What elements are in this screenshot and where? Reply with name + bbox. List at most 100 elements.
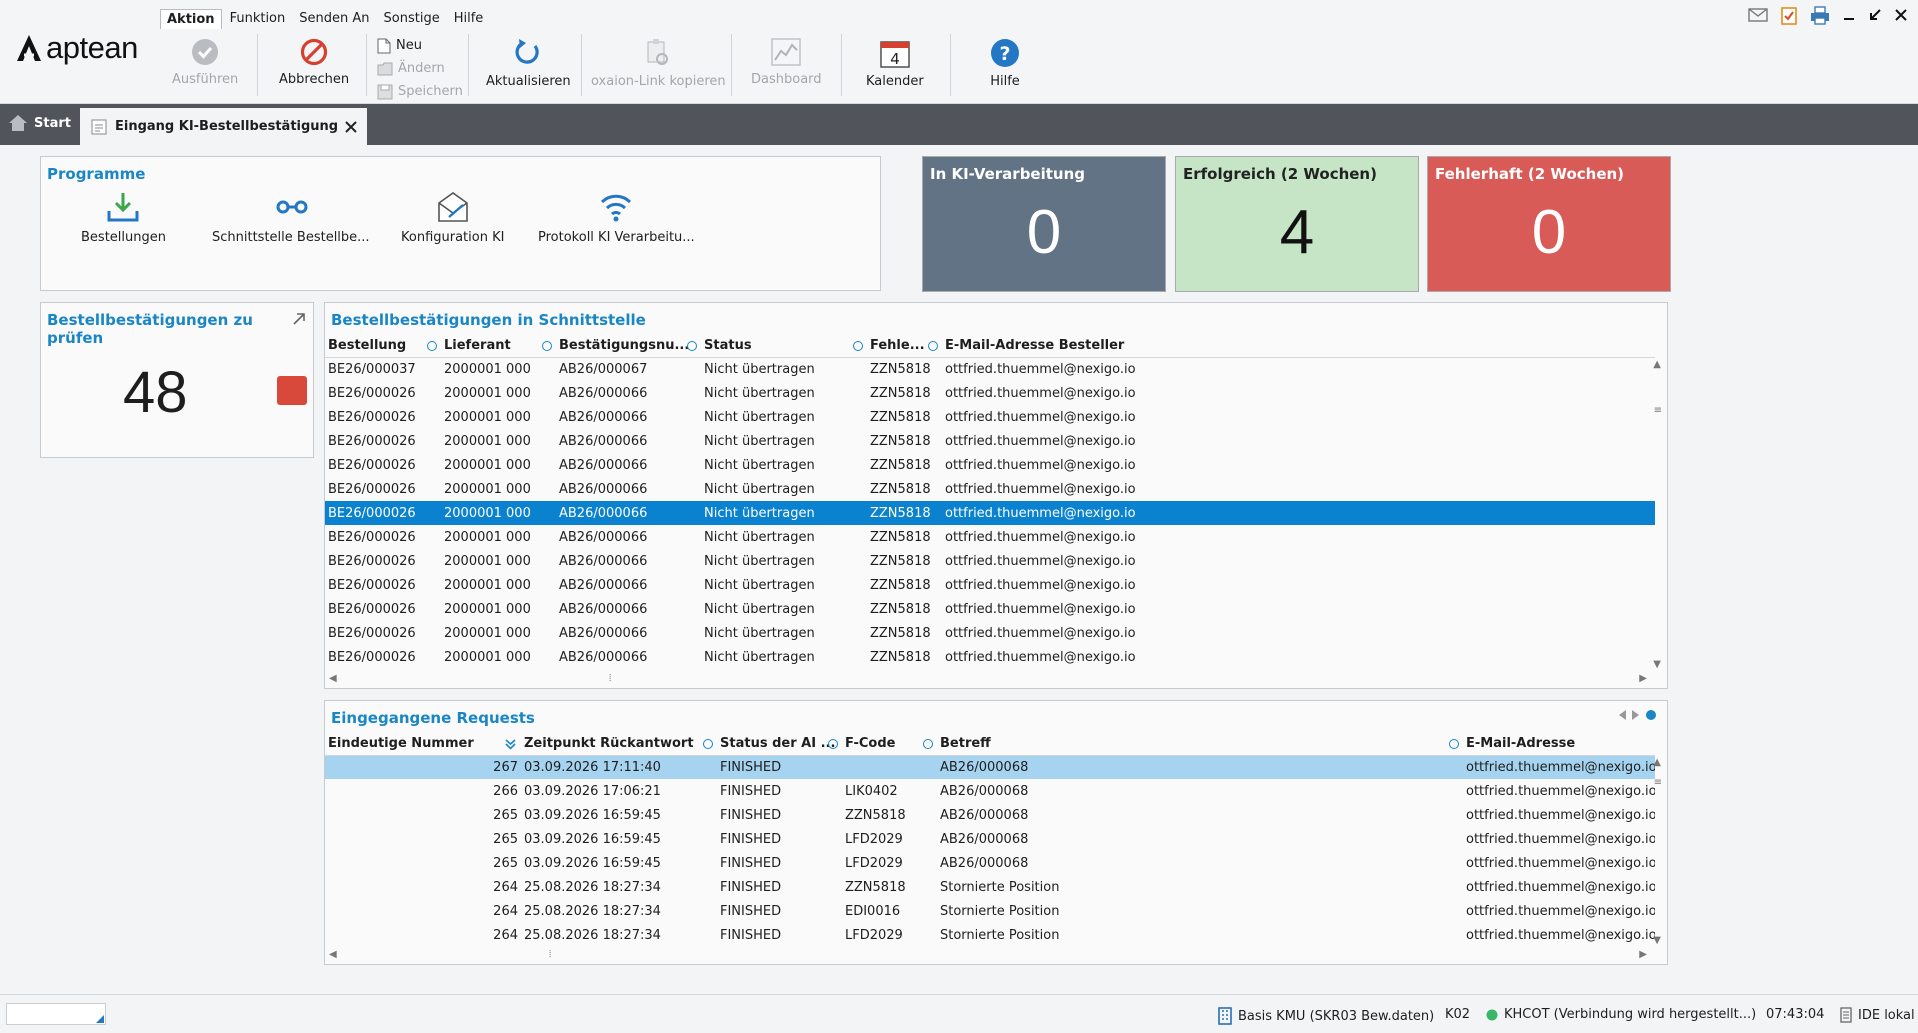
scroll-left-arrow[interactable]: ◀ bbox=[329, 673, 337, 684]
table-cell: ZZN5818 bbox=[870, 553, 931, 569]
table-row[interactable]: BE26/000026 2000001 000 AB26/000066 Nicht ü… bbox=[325, 645, 1655, 669]
col-email-besteller[interactable]: E-Mail-Adresse Besteller bbox=[942, 335, 1655, 358]
neu-button[interactable]: Neu bbox=[377, 34, 463, 57]
aktualisieren-button[interactable]: Aktualisieren bbox=[486, 38, 571, 89]
table-row[interactable]: 267 03.09.2026 17:11:40 FINISHED AB26/00006… bbox=[325, 755, 1655, 779]
table-cell: Nicht übertragen bbox=[704, 625, 815, 641]
table-row[interactable]: BE26/000026 2000001 000 AB26/000066 Nicht ü… bbox=[325, 597, 1655, 621]
tile-in-ki-verarbeitung[interactable]: In KI-Verarbeitung 0 bbox=[922, 156, 1166, 292]
menu-hilfe[interactable]: Hilfe bbox=[448, 9, 490, 29]
table-row[interactable]: BE26/000026 2000001 000 AB26/000066 Nicht ü… bbox=[325, 381, 1655, 405]
col-status-ai[interactable]: Status der AI ... bbox=[717, 733, 842, 756]
status-input[interactable] bbox=[6, 1003, 106, 1025]
table-row[interactable]: BE26/000026 2000001 000 AB26/000066 Nicht ü… bbox=[325, 453, 1655, 477]
table-row[interactable]: BE26/000026 2000001 000 AB26/000066 Nicht ü… bbox=[325, 501, 1655, 525]
table-row[interactable]: BE26/000037 2000001 000 AB26/000067 Nicht ü… bbox=[325, 357, 1655, 381]
table-row[interactable]: BE26/000026 2000001 000 AB26/000066 Nicht ü… bbox=[325, 549, 1655, 573]
hscroll-thumb[interactable]: ⦙ bbox=[609, 673, 611, 684]
tile-erfolgreich[interactable]: Erfolgreich (2 Wochen) 4 bbox=[1175, 156, 1419, 292]
minimize-icon[interactable] bbox=[1842, 8, 1856, 22]
scroll-right-arrow[interactable]: ▶ bbox=[1639, 673, 1647, 684]
table-cell: ottfried.thuemmel@nexigo.io bbox=[945, 553, 1136, 569]
tab-eingang-ki[interactable]: Eingang KI-Bestellbestätigung bbox=[80, 108, 368, 145]
menu-sonstige[interactable]: Sonstige bbox=[378, 9, 446, 29]
pruefen-value: 48 bbox=[123, 360, 188, 425]
task-icon[interactable] bbox=[1780, 5, 1798, 25]
scroll-thumb[interactable]: ≡ bbox=[1654, 405, 1662, 416]
prog-bestellungen[interactable]: Bestellungen bbox=[81, 191, 166, 245]
req-scroll-right-arrow[interactable]: ▶ bbox=[1639, 949, 1647, 960]
col-bestaetigungsnummer[interactable]: Bestätigungsnu... bbox=[556, 335, 701, 358]
table-cell: ZZN5818 bbox=[870, 361, 931, 377]
table-row[interactable]: BE26/000026 2000001 000 AB26/000066 Nicht ü… bbox=[325, 525, 1655, 549]
table-cell: AB26/000066 bbox=[559, 457, 648, 473]
next-page-icon[interactable] bbox=[1631, 709, 1641, 721]
req-scroll-left-arrow[interactable]: ◀ bbox=[329, 949, 337, 960]
ausfuehren-button[interactable]: Ausführen bbox=[172, 38, 238, 87]
table-cell: AB26/000068 bbox=[940, 807, 1029, 823]
status-basis[interactable]: Basis KMU (SKR03 Bew.daten) bbox=[1218, 1007, 1434, 1025]
col-fehler[interactable]: Fehle... bbox=[867, 335, 942, 358]
table-cell: 03.09.2026 16:59:45 bbox=[524, 807, 661, 823]
table-cell: Nicht übertragen bbox=[704, 577, 815, 593]
col-zeitpunkt[interactable]: Zeitpunkt Rückantwort bbox=[521, 733, 717, 756]
table-row[interactable]: 264 25.08.2026 18:27:34 FINISHED ZZN5818 Sto… bbox=[325, 875, 1655, 899]
hilfe-label: Hilfe bbox=[990, 74, 1020, 89]
table-row[interactable]: 266 03.09.2026 17:06:21 FINISHED LIK0402 AB2… bbox=[325, 779, 1655, 803]
scroll-up-arrow[interactable]: ▲ bbox=[1653, 359, 1661, 370]
table-cell: AB26/000066 bbox=[559, 433, 648, 449]
oxaion-link-button[interactable]: oxaion-Link kopieren bbox=[591, 38, 726, 89]
table-row[interactable]: BE26/000026 2000001 000 AB26/000066 Nicht ü… bbox=[325, 621, 1655, 645]
col-lieferant[interactable]: Lieferant bbox=[441, 335, 556, 358]
table-row[interactable]: BE26/000026 2000001 000 AB26/000066 Nicht ü… bbox=[325, 429, 1655, 453]
prev-page-icon[interactable] bbox=[1617, 709, 1627, 721]
req-scroll-thumb[interactable]: ≡ bbox=[1654, 777, 1662, 788]
table-row[interactable]: BE26/000026 2000001 000 AB26/000066 Nicht ü… bbox=[325, 477, 1655, 501]
table-row[interactable]: 265 03.09.2026 16:59:45 FINISHED LFD2029 AB2… bbox=[325, 827, 1655, 851]
close-window-icon[interactable] bbox=[1894, 8, 1908, 22]
table-row[interactable]: 265 03.09.2026 16:59:45 FINISHED ZZN5818 AB2… bbox=[325, 803, 1655, 827]
prog-konfiguration[interactable]: Konfiguration KI bbox=[401, 191, 504, 245]
pruefen-panel[interactable]: Bestellbestätigungen zu prüfen 48 bbox=[40, 302, 314, 458]
table-row[interactable]: 264 25.08.2026 18:27:34 FINISHED LFD2029 Sto… bbox=[325, 923, 1655, 947]
menu-senden-an[interactable]: Senden An bbox=[293, 9, 375, 29]
menu-funktion[interactable]: Funktion bbox=[224, 9, 292, 29]
table-row[interactable]: 265 03.09.2026 16:59:45 FINISHED LFD2029 AB2… bbox=[325, 851, 1655, 875]
open-link-arrow-icon[interactable] bbox=[292, 312, 306, 326]
table-cell: 266 bbox=[493, 783, 518, 799]
col-eindeutige-nummer[interactable]: Eindeutige Nummer bbox=[325, 733, 521, 756]
aendern-button[interactable]: Ändern bbox=[377, 57, 463, 80]
scroll-down-arrow[interactable]: ▼ bbox=[1653, 659, 1661, 670]
hilfe-button[interactable]: ? Hilfe bbox=[990, 38, 1020, 89]
close-tab-icon[interactable] bbox=[345, 120, 357, 133]
mail-icon[interactable] bbox=[1748, 7, 1768, 23]
req-hscroll-thumb[interactable]: ⦙ bbox=[549, 949, 551, 960]
col-betreff[interactable]: Betreff bbox=[937, 733, 1463, 756]
speichern-button[interactable]: Speichern bbox=[377, 80, 463, 103]
table-cell: ZZN5818 bbox=[870, 529, 931, 545]
dashboard-button[interactable]: Dashboard bbox=[751, 38, 822, 87]
status-ide[interactable]: IDE lokal bbox=[1840, 1007, 1915, 1023]
table-row[interactable]: 264 25.08.2026 18:27:34 FINISHED EDI0016 Sto… bbox=[325, 899, 1655, 923]
tile-fehlerhaft[interactable]: Fehlerhaft (2 Wochen) 0 bbox=[1427, 156, 1671, 292]
kalender-button[interactable]: 4 Kalender bbox=[866, 38, 924, 89]
req-scroll-down-arrow[interactable]: ▼ bbox=[1653, 935, 1661, 946]
restore-icon[interactable] bbox=[1868, 8, 1882, 22]
col-bestellung[interactable]: Bestellung bbox=[325, 335, 441, 358]
page-dot-icon[interactable] bbox=[1645, 709, 1657, 721]
dashboard-label: Dashboard bbox=[751, 72, 822, 87]
prog-protokoll[interactable]: Protokoll KI Verarbeitu... bbox=[538, 191, 695, 245]
table-row[interactable]: BE26/000026 2000001 000 AB26/000066 Nicht ü… bbox=[325, 405, 1655, 429]
abbrechen-button[interactable]: Abbrechen bbox=[279, 38, 349, 87]
col-status[interactable]: Status bbox=[701, 335, 867, 358]
req-scroll-up-arrow[interactable]: ▲ bbox=[1653, 757, 1661, 768]
prog-schnittstelle[interactable]: Schnittstelle Bestellbe... bbox=[212, 191, 370, 245]
status-connection[interactable]: KHCOT (Verbindung wird hergestellt...) bbox=[1486, 1007, 1756, 1022]
col-email-adresse[interactable]: E-Mail-Adresse bbox=[1463, 733, 1655, 756]
menu-aktion[interactable]: Aktion bbox=[160, 9, 222, 29]
calendar-icon: 4 bbox=[880, 41, 910, 68]
table-row[interactable]: BE26/000026 2000001 000 AB26/000066 Nicht ü… bbox=[325, 573, 1655, 597]
tab-start[interactable]: Start bbox=[8, 114, 71, 132]
print-icon[interactable] bbox=[1810, 5, 1830, 25]
col-f-code[interactable]: F-Code bbox=[842, 733, 937, 756]
